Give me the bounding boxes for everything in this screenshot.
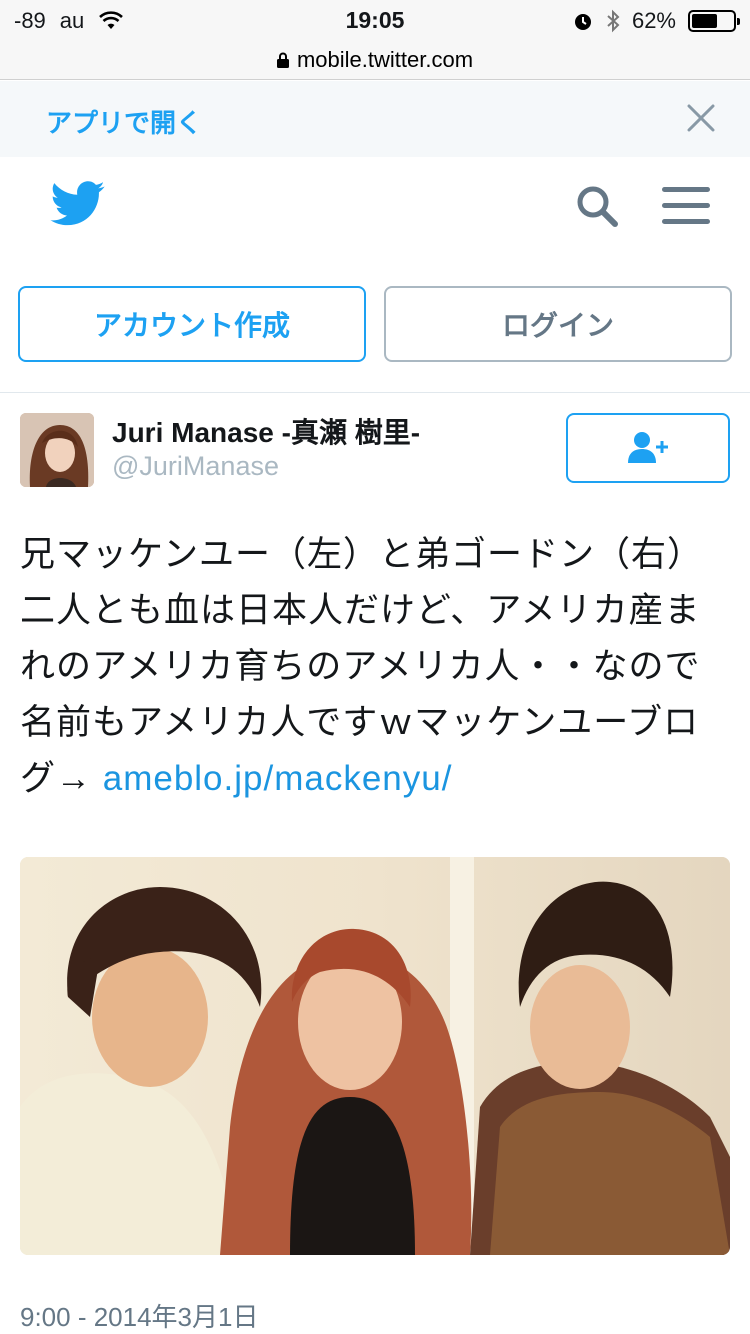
bluetooth-icon <box>607 9 620 33</box>
battery-icon <box>688 10 740 32</box>
close-icon[interactable] <box>684 101 718 135</box>
tweet-card: Juri Manase -真瀬 樹里- @JuriManase 兄マッケンユー（… <box>0 392 750 1334</box>
tweet-timestamp[interactable]: 9:00 - 2014年3月1日 <box>20 1297 258 1334</box>
tweet-link[interactable]: ameblo.jp/mackenyu/ <box>103 759 453 798</box>
author-handle[interactable]: @JuriManase <box>112 451 279 482</box>
follow-user-icon <box>628 432 668 463</box>
url-domain: mobile.twitter.com <box>296 46 474 72</box>
photo-image <box>20 857 730 1255</box>
hamburger-menu-icon[interactable] <box>662 185 710 227</box>
status-right: 62% <box>572 8 740 34</box>
signup-button[interactable]: アカウント作成 <box>18 286 366 362</box>
battery-level <box>692 14 717 28</box>
search-icon[interactable] <box>574 183 620 229</box>
status-bar: -89 au 19:05 62% <box>0 0 750 40</box>
app-banner: アプリで開く <box>0 81 750 157</box>
follow-button[interactable] <box>566 413 730 483</box>
tweet-text: 兄マッケンユー（左）と弟ゴードン（右）二人とも血は日本人だけど、アメリカ産まれの… <box>20 527 735 807</box>
alarm-icon <box>574 14 591 30</box>
author-name[interactable]: Juri Manase -真瀬 樹里- <box>112 411 420 451</box>
open-in-app-link[interactable]: アプリで開く <box>46 103 202 140</box>
login-button[interactable]: ログイン <box>384 286 732 362</box>
tweet-photo[interactable] <box>20 857 730 1255</box>
avatar-image <box>20 413 94 487</box>
twitter-bird-icon[interactable] <box>50 181 106 227</box>
lock-icon <box>276 52 289 68</box>
battery-percent: 62% <box>631 8 676 33</box>
url-bar[interactable]: mobile.twitter.com <box>0 40 750 80</box>
avatar[interactable] <box>20 413 94 487</box>
top-nav <box>0 157 750 265</box>
